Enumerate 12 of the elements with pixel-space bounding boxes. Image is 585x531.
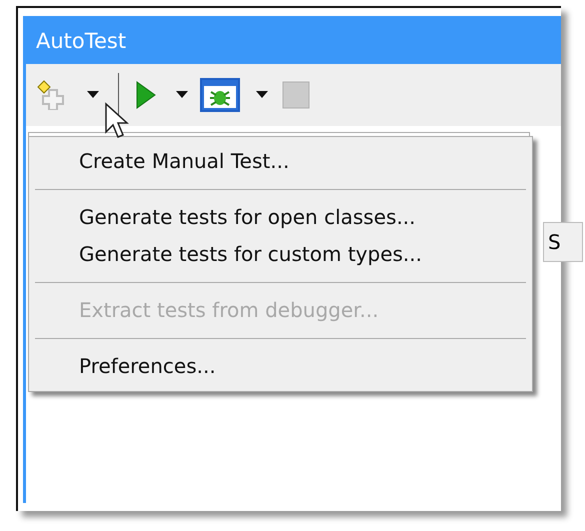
stop-icon — [282, 80, 310, 108]
caret-icon — [87, 91, 99, 98]
side-button[interactable]: S — [543, 222, 583, 262]
menu-item[interactable]: Create Manual Test... — [29, 142, 532, 180]
caret-icon — [176, 91, 188, 98]
menu-item[interactable]: Generate tests for custom types... — [29, 236, 532, 272]
menu-item[interactable]: Generate tests for open classes... — [29, 198, 532, 236]
menu-item[interactable]: Preferences... — [29, 348, 532, 384]
bug-icon — [202, 80, 238, 110]
play-icon — [134, 80, 158, 110]
caret-icon — [256, 91, 268, 98]
window-title: AutoTest — [26, 16, 561, 64]
